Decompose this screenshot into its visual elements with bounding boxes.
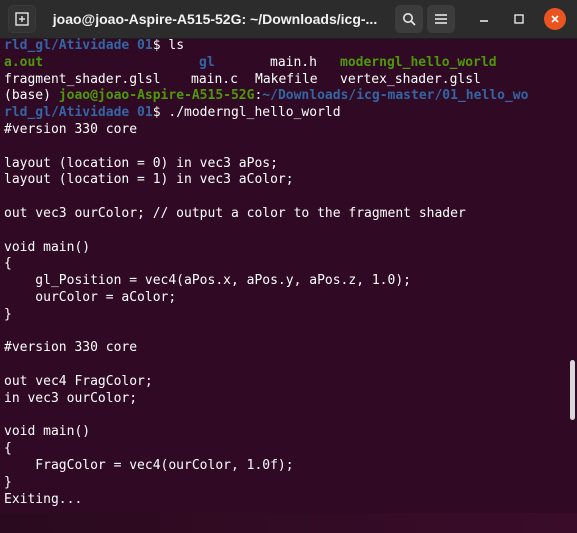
minimize-button[interactable]	[470, 5, 498, 33]
title-bar: joao@joao-Aspire-A515-52G: ~/Downloads/i…	[0, 0, 577, 39]
terminal-window: joao@joao-Aspire-A515-52G: ~/Downloads/i…	[0, 0, 577, 533]
ls-entry-file: fragment_shader.glsl	[4, 71, 161, 87]
output-line: FragColor = vec4(ourColor, 1.0f);	[4, 457, 294, 473]
menu-button[interactable]	[427, 5, 455, 33]
prompt-path: rld_gl/Atividade 01	[4, 105, 153, 121]
output-line: layout (location = 1) in vec3 aColor;	[4, 172, 294, 188]
output-line: out vec3 ourColor; // output a color to …	[4, 205, 466, 221]
prompt-path: rld_gl/Atividade 01	[4, 38, 153, 53]
ls-entry-executable: a.out	[4, 54, 44, 70]
terminal-line: rld_gl/Atividade 01$ ls	[4, 38, 566, 55]
output-line: Exiting...	[4, 491, 83, 507]
output-line: in vec3 ourColor;	[4, 390, 138, 406]
terminal-output[interactable]: rld_gl/Atividade 01$ ls a.out gl main.h mod…	[0, 38, 566, 513]
ls-entry-file: vertex_shader.glsl	[340, 71, 481, 87]
output-line: void main()	[4, 424, 91, 440]
close-icon	[551, 15, 559, 23]
search-button[interactable]	[395, 5, 423, 33]
command-text: $ ./moderngl_hello_world	[152, 105, 341, 121]
scrollbar-track[interactable]	[566, 38, 577, 513]
output-line: layout (location = 0) in vec3 aPos;	[4, 155, 278, 171]
output-line: }	[4, 474, 12, 490]
prompt-path: ~/Downloads/icg-master/01_hello_wo	[262, 88, 529, 104]
terminal-line-ls-1: a.out gl main.h moderngl_hello_world	[4, 55, 566, 72]
output-line: ourColor = aColor;	[4, 289, 177, 305]
new-tab-button[interactable]	[8, 5, 36, 33]
ls-entry-file: main.h	[270, 54, 317, 70]
output-line: gl_Position = vec4(aPos.x, aPos.y, aPos.…	[4, 273, 411, 289]
terminal-line: rld_gl/Atividade 01$ ./moderngl_hello_wo…	[4, 105, 566, 122]
new-tab-icon	[15, 12, 29, 26]
output-line: out vec4 FragColor;	[4, 373, 153, 389]
prompt-user: joao@joao-Aspire-A515-52G	[58, 88, 255, 104]
command-text: $ ls	[152, 38, 185, 53]
maximize-icon	[514, 14, 524, 24]
close-circle	[544, 8, 566, 30]
output-line: #version 330 core	[4, 340, 138, 356]
ls-entry-file: main.c	[191, 71, 238, 87]
ls-entry-directory: gl	[199, 54, 215, 70]
close-button[interactable]	[541, 5, 569, 33]
terminal-prompt-line: (base) joao@joao-Aspire-A515-52G:~/Downl…	[4, 88, 566, 105]
output-line: #version 330 core	[4, 121, 138, 137]
scrollbar-thumb[interactable]	[570, 360, 575, 420]
output-line: {	[4, 441, 12, 457]
desktop-background-strip	[0, 513, 577, 533]
output-line: void main()	[4, 239, 91, 255]
minimize-icon	[480, 20, 488, 22]
maximize-button[interactable]	[505, 5, 533, 33]
hamburger-menu-icon	[435, 14, 447, 24]
ls-entry-file: Makefile	[255, 71, 318, 87]
terminal-line-ls-2: fragment_shader.glsl main.c Makefile vertex…	[4, 72, 566, 89]
ls-entry-executable: moderngl_hello_world	[340, 54, 497, 70]
search-icon	[403, 13, 416, 26]
conda-env: (base)	[4, 88, 59, 104]
window-title: joao@joao-Aspire-A515-52G: ~/Downloads/i…	[52, 11, 378, 27]
output-line: {	[4, 256, 12, 272]
output-line: }	[4, 306, 12, 322]
